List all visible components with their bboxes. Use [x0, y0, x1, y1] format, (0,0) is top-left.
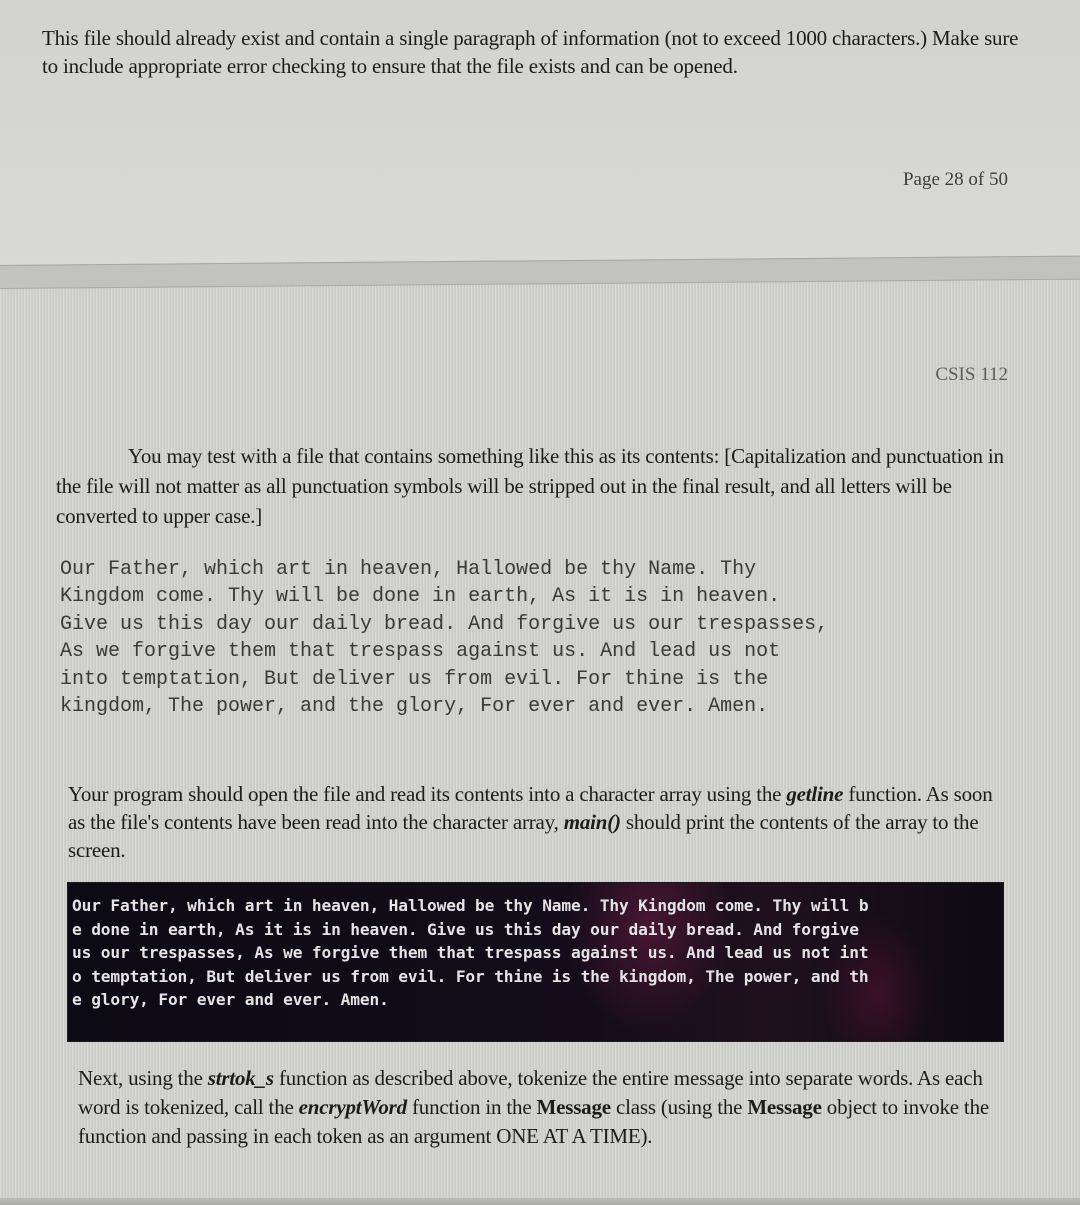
- message-object-name: Message: [747, 1095, 822, 1119]
- message-class-name: Message: [536, 1095, 612, 1119]
- sample-file-intro-paragraph: You may test with a file that contains s…: [56, 444, 1004, 528]
- document-page-28: This file should already exist and conta…: [0, 0, 1080, 265]
- console-line: e done in earth, As it is in heaven. Giv…: [72, 919, 859, 939]
- sample-line: into temptation, But deliver us from evi…: [60, 667, 769, 691]
- read-file-paragraph: Your program should open the file and re…: [68, 780, 998, 864]
- text-run: class (using the: [610, 1095, 748, 1119]
- sample-line: Our Father, which art in heaven, Hallowe…: [60, 558, 757, 581]
- sample-line: Give us this day our daily bread. And fo…: [60, 612, 829, 636]
- console-text: Our Father, which art in heaven, Hallowe…: [72, 894, 998, 1012]
- sample-file-contents: Our Father, which art in heaven, Hallowe…: [60, 556, 1010, 720]
- sample-line: Kingdom come. Thy will be done in earth,…: [60, 585, 781, 609]
- course-header: CSIS 112: [935, 364, 1008, 385]
- text-run: Next, using the: [78, 1066, 208, 1090]
- sample-line: As we forgive them that trespass against…: [60, 640, 781, 664]
- file-requirement-paragraph: This file should already exist and conta…: [42, 26, 1019, 78]
- getline-function-name: getline: [786, 782, 844, 806]
- console-line: us our trespasses, As we forgive them th…: [72, 943, 869, 962]
- console-line: o temptation, But deliver us from evil. …: [72, 966, 869, 986]
- strtok-function-name: strtok_s: [207, 1066, 274, 1090]
- text-run: Your program should open the file and re…: [68, 782, 787, 806]
- text-run: function in the: [406, 1095, 537, 1119]
- console-line: Our Father, which art in heaven, Hallowe…: [72, 896, 869, 915]
- encryptword-function-name: encryptWord: [298, 1095, 407, 1119]
- sample-line: kingdom, The power, and the glory, For e…: [60, 695, 769, 719]
- console-output-screenshot: Our Father, which art in heaven, Hallowe…: [68, 883, 1003, 1041]
- page-bottom-edge: [0, 1198, 1080, 1205]
- main-function-name: main(): [563, 810, 621, 834]
- tokenize-paragraph: Next, using the strtok_s function as des…: [78, 1064, 1008, 1151]
- console-line: e glory, For ever and ever. Amen.: [72, 990, 389, 1009]
- page-number-label: Page 28 of 50: [902, 169, 1008, 190]
